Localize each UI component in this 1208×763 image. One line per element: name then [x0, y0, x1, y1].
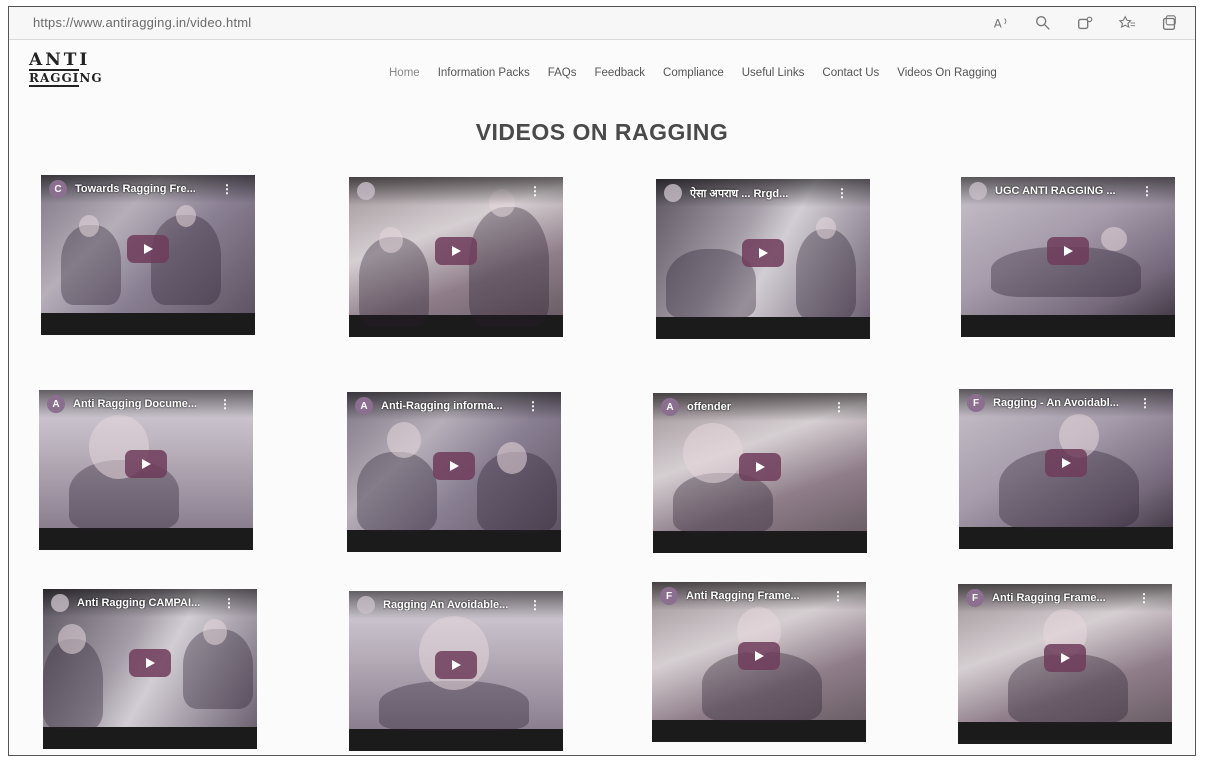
- collections-icon[interactable]: [1159, 13, 1179, 33]
- play-button-icon[interactable]: [127, 235, 169, 263]
- channel-avatar: [664, 184, 682, 202]
- channel-avatar: F: [660, 587, 678, 605]
- channel-avatar: [51, 594, 69, 612]
- page-title: VIDEOS ON RAGGING: [475, 119, 729, 145]
- channel-avatar: F: [966, 589, 984, 607]
- video-thumbnail[interactable]: A offender ⋮: [653, 393, 867, 553]
- more-options-icon[interactable]: ⋮: [833, 400, 845, 414]
- more-options-icon[interactable]: ⋮: [529, 598, 541, 612]
- nav-videos-on-ragging[interactable]: Videos On Ragging: [897, 67, 997, 79]
- more-options-icon[interactable]: ⋮: [1139, 396, 1151, 410]
- play-button-icon[interactable]: [742, 239, 784, 267]
- video-title[interactable]: Anti Ragging Frame...: [686, 590, 800, 602]
- nav-useful-links[interactable]: Useful Links: [742, 67, 805, 79]
- favorites-icon[interactable]: [1117, 13, 1137, 33]
- browser-toolbar: A: [991, 13, 1179, 33]
- video-thumbnail[interactable]: UGC ANTI RAGGING ... ⋮: [961, 177, 1175, 337]
- read-aloud-icon[interactable]: A: [991, 13, 1011, 33]
- more-options-icon[interactable]: ⋮: [1141, 184, 1153, 198]
- more-options-icon[interactable]: ⋮: [219, 397, 231, 411]
- url-field[interactable]: https://www.antiragging.in/video.html: [33, 15, 251, 30]
- main-nav: Home Information Packs FAQs Feedback Com…: [389, 67, 997, 79]
- nav-contact-us[interactable]: Contact Us: [822, 67, 879, 79]
- more-options-icon[interactable]: ⋮: [836, 186, 848, 200]
- video-title[interactable]: Anti-Ragging informa...: [381, 400, 503, 412]
- video-thumbnail[interactable]: F Anti Ragging Frame... ⋮: [652, 582, 866, 742]
- video-thumbnail[interactable]: F Anti Ragging Frame... ⋮: [958, 584, 1172, 744]
- play-button-icon[interactable]: [1044, 644, 1086, 672]
- nav-home[interactable]: Home: [389, 67, 420, 79]
- play-button-icon[interactable]: [1045, 449, 1087, 477]
- site-logo[interactable]: ANTI RAGGING: [29, 50, 103, 93]
- channel-avatar: A: [47, 395, 65, 413]
- address-bar: https://www.antiragging.in/video.html A: [9, 7, 1195, 40]
- video-thumbnail[interactable]: Anti Ragging CAMPAI... ⋮: [43, 589, 257, 749]
- channel-avatar: C: [49, 180, 67, 198]
- play-button-icon[interactable]: [1047, 237, 1089, 265]
- video-thumbnail[interactable]: C Towards Ragging Fre... ⋮: [41, 175, 255, 335]
- channel-avatar: [357, 596, 375, 614]
- video-thumbnail[interactable]: F Ragging - An Avoidabl... ⋮: [959, 389, 1173, 549]
- browser-window: https://www.antiragging.in/video.html A …: [8, 6, 1196, 756]
- more-options-icon[interactable]: ⋮: [832, 589, 844, 603]
- logo-line1: ANTI: [29, 50, 91, 70]
- play-button-icon[interactable]: [738, 642, 780, 670]
- more-options-icon[interactable]: ⋮: [529, 184, 541, 198]
- play-button-icon[interactable]: [129, 649, 171, 677]
- video-title[interactable]: Ragging An Avoidable...: [383, 599, 508, 611]
- zoom-icon[interactable]: [1033, 13, 1053, 33]
- play-button-icon[interactable]: [739, 453, 781, 481]
- video-title[interactable]: offender: [687, 401, 731, 413]
- channel-avatar: F: [967, 394, 985, 412]
- video-thumbnail[interactable]: Ragging An Avoidable... ⋮: [349, 591, 563, 751]
- video-title[interactable]: Anti Ragging Frame...: [992, 592, 1106, 604]
- nav-information-packs[interactable]: Information Packs: [438, 67, 530, 79]
- nav-faqs[interactable]: FAQs: [548, 67, 577, 79]
- nav-feedback[interactable]: Feedback: [595, 67, 646, 79]
- play-button-icon[interactable]: [435, 651, 477, 679]
- channel-avatar: A: [661, 398, 679, 416]
- video-title[interactable]: Anti Ragging CAMPAI...: [77, 597, 200, 609]
- video-title[interactable]: Anti Ragging Docume...: [73, 398, 197, 410]
- video-thumbnail[interactable]: A Anti Ragging Docume... ⋮: [39, 390, 253, 550]
- more-options-icon[interactable]: ⋮: [223, 596, 235, 610]
- video-title[interactable]: Ragging - An Avoidabl...: [993, 397, 1119, 409]
- more-options-icon[interactable]: ⋮: [527, 399, 539, 413]
- more-options-icon[interactable]: ⋮: [1138, 591, 1150, 605]
- video-title[interactable]: ऐसा अपराध ... Rrgd...: [690, 186, 788, 201]
- channel-avatar: [969, 182, 987, 200]
- play-button-icon[interactable]: [435, 237, 477, 265]
- svg-text:A: A: [994, 17, 1002, 31]
- play-button-icon[interactable]: [125, 450, 167, 478]
- more-options-icon[interactable]: ⋮: [221, 182, 233, 196]
- video-title[interactable]: UGC ANTI RAGGING ...: [995, 185, 1116, 197]
- video-thumbnail[interactable]: A Anti-Ragging informa... ⋮: [347, 392, 561, 552]
- video-thumbnail[interactable]: ⋮: [349, 177, 563, 337]
- extensions-icon[interactable]: [1075, 13, 1095, 33]
- logo-line2: RAGGING: [29, 69, 103, 87]
- video-title[interactable]: Towards Ragging Fre...: [75, 183, 196, 195]
- play-button-icon[interactable]: [433, 452, 475, 480]
- nav-compliance[interactable]: Compliance: [663, 67, 724, 79]
- channel-avatar: A: [355, 397, 373, 415]
- channel-avatar: [357, 182, 375, 200]
- video-thumbnail[interactable]: ऐसा अपराध ... Rrgd... ⋮: [656, 179, 870, 339]
